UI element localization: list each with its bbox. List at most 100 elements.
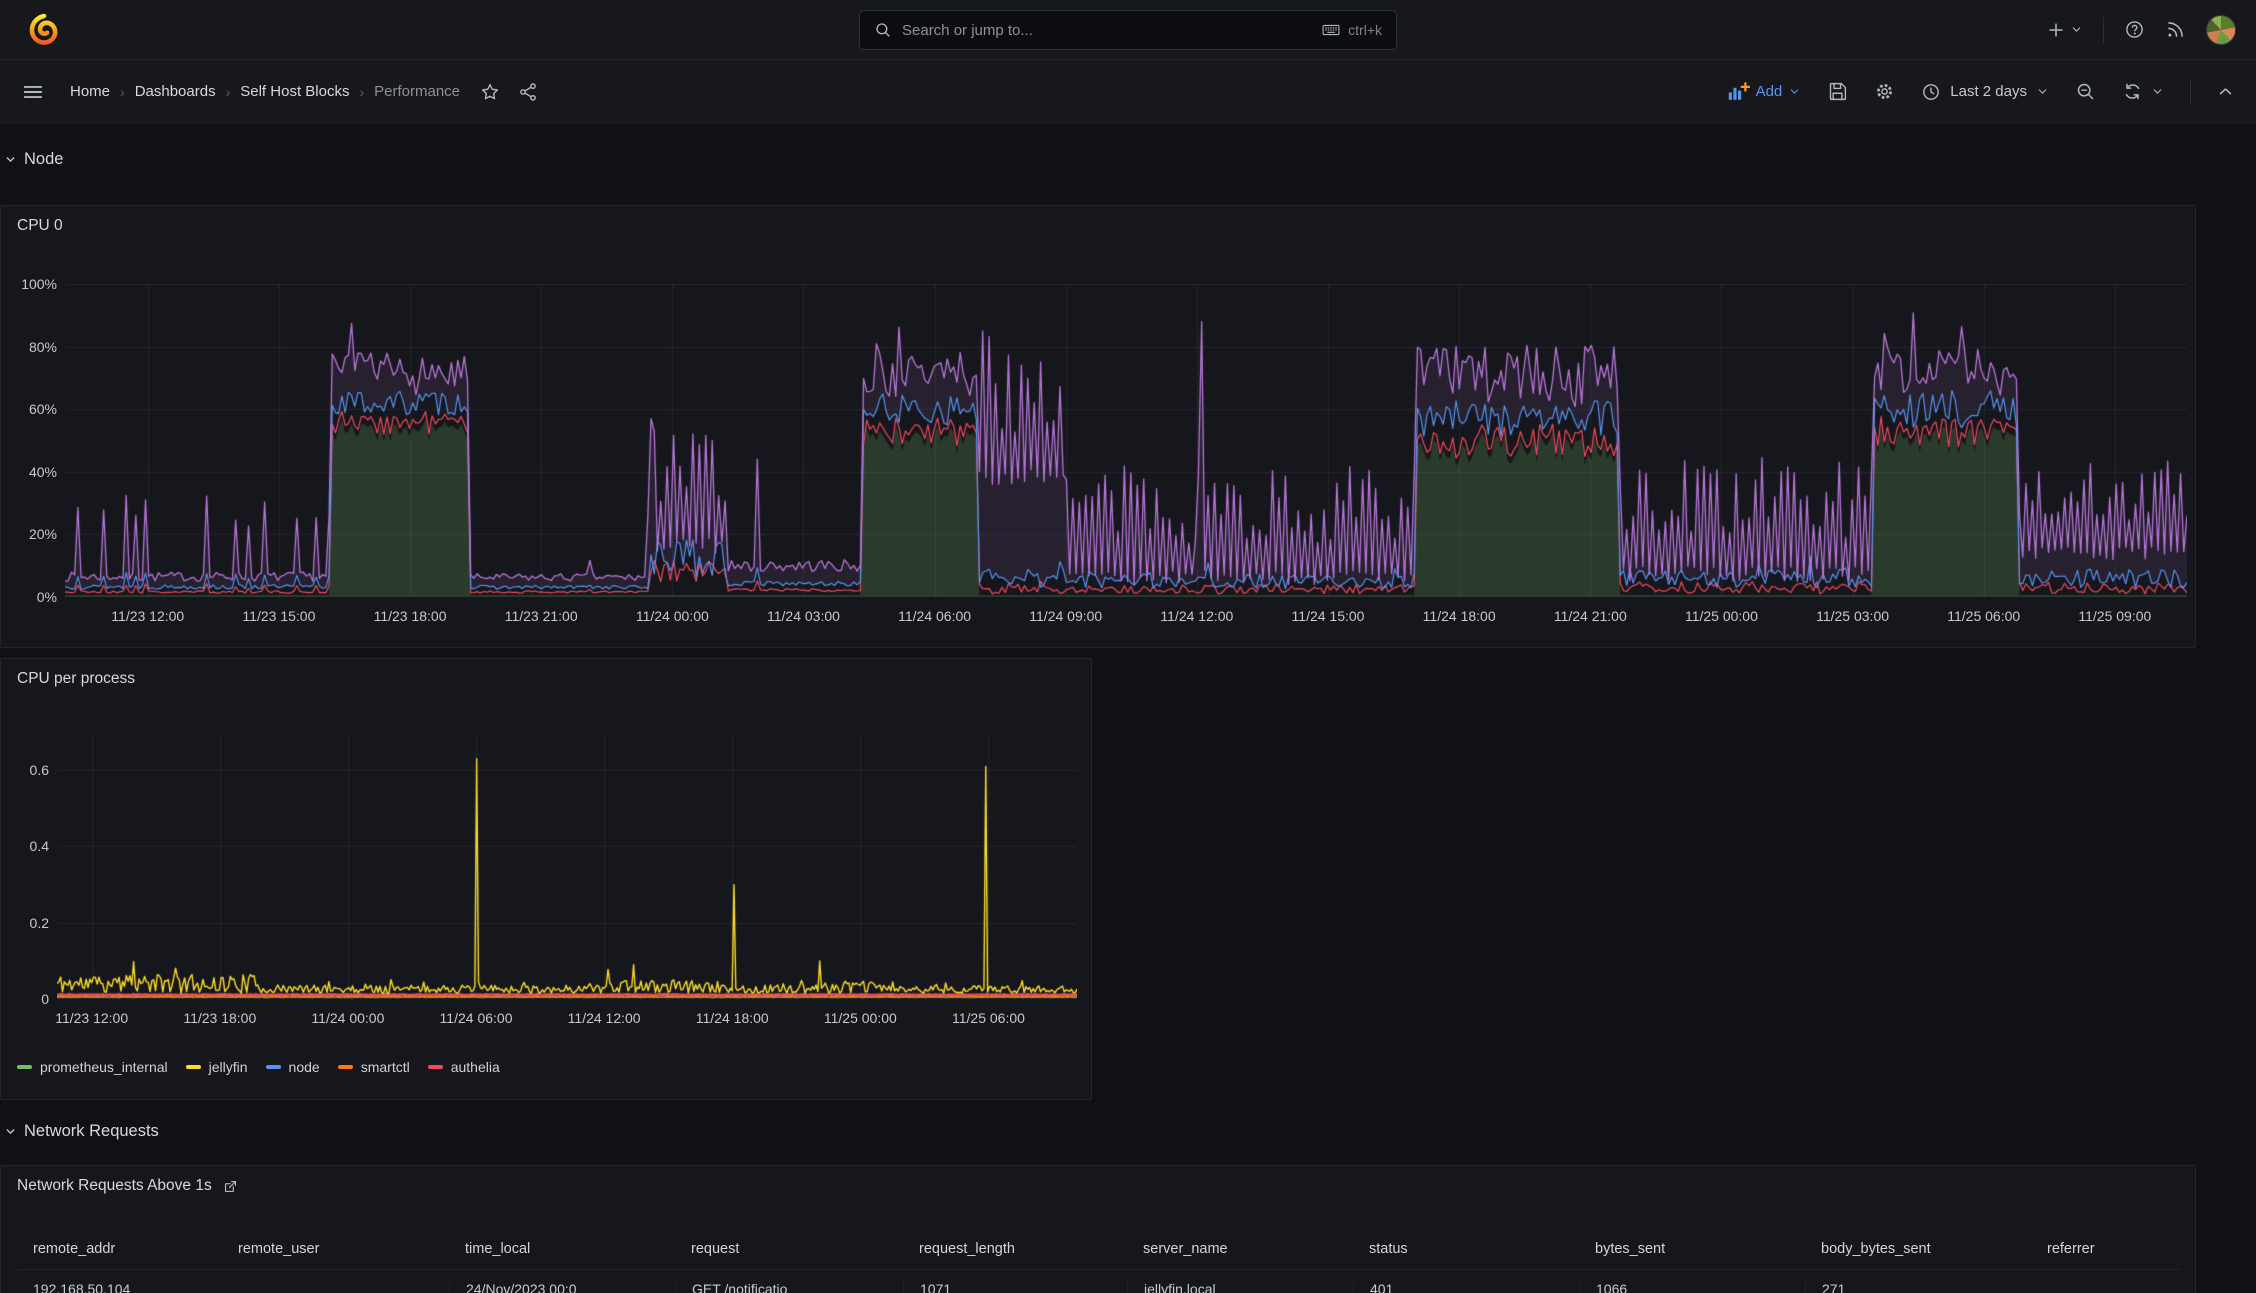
column-header: server_name	[1143, 1240, 1228, 1257]
section-row-network[interactable]: Network Requests	[4, 1122, 159, 1141]
save-dashboard-icon[interactable]	[1827, 81, 1848, 102]
x-axis-tick: 11/23 12:00	[55, 1010, 129, 1026]
legend-item-jellyfin[interactable]: jellyfin	[185, 1059, 248, 1075]
legend-item-smartctl[interactable]: smartctl	[337, 1059, 410, 1075]
y-axis-tick: 40%	[28, 463, 57, 480]
panel-network-title[interactable]: Network Requests Above 1s	[1, 1166, 2195, 1206]
grafana-logo[interactable]	[26, 12, 62, 48]
x-axis-tick: 11/24 03:00	[766, 608, 840, 624]
legend-item-prometheus_internal[interactable]: prometheus_internal	[17, 1059, 168, 1075]
legend-label: authelia	[450, 1059, 500, 1075]
panel-cpu-per-process: CPU per process 11/23 12:00 11/23 18:00 11…	[0, 658, 1092, 1100]
divider	[2103, 16, 2104, 43]
panel-cpu-per-process-title[interactable]: CPU per process	[1, 659, 1091, 699]
user-avatar[interactable]	[2206, 14, 2236, 45]
chart-legend: prometheus_internal jellyfin node smartctl a…	[17, 1059, 500, 1075]
panel-cpu0-title[interactable]: CPU 0	[1, 206, 2195, 246]
shortcut-label: ctrl+k	[1348, 22, 1382, 38]
y-axis-tick: 0%	[36, 589, 57, 605]
legend-swatch	[337, 1065, 353, 1069]
top-navbar: Search or jump to... ctrl+k	[0, 0, 2256, 60]
breadcrumb-separator: ›	[120, 83, 125, 100]
cpu0-chart[interactable]	[65, 284, 2187, 597]
chevron-down-icon	[1790, 89, 1799, 94]
x-axis-tick: 11/24 12:00	[567, 1010, 641, 1026]
x-axis-tick: 11/25 03:00	[1816, 608, 1890, 624]
x-axis-tick: 11/25 06:00	[951, 1010, 1025, 1026]
legend-label: jellyfin	[208, 1059, 248, 1075]
legend-swatch	[185, 1065, 201, 1069]
breadcrumb: Home › Dashboards › Self Host Blocks › Perform…	[70, 83, 460, 100]
keyboard-icon	[1322, 24, 1340, 36]
refresh-button[interactable]	[2122, 81, 2164, 102]
news-rss-icon[interactable]	[2165, 19, 2186, 40]
table-cell: 1071	[903, 1281, 1127, 1293]
table-cell: 192.168.50.104	[33, 1281, 131, 1293]
x-axis-tick: 11/23 18:00	[373, 608, 447, 624]
table-cell: 1066	[1579, 1281, 1805, 1293]
breadcrumb-item-home[interactable]: Home	[70, 83, 110, 100]
menu-icon[interactable]	[22, 81, 44, 103]
cpu-per-process-chart[interactable]	[57, 734, 1077, 999]
x-axis-tick: 11/23 15:00	[242, 608, 316, 624]
x-axis-tick: 11/23 12:00	[111, 608, 185, 624]
dashboard-settings-icon[interactable]	[1874, 81, 1895, 102]
legend-swatch	[265, 1065, 281, 1069]
chevron-down-icon	[6, 1129, 15, 1135]
table-header-row: remote_addr remote_user time_local request r…	[17, 1228, 2179, 1270]
x-axis-tick: 11/23 21:00	[504, 608, 578, 624]
add-panel-icon	[1728, 82, 1750, 100]
time-range-label: Last 2 days	[1950, 83, 2027, 100]
collapse-toolbar-icon[interactable]	[2217, 83, 2234, 100]
chevron-down-icon	[2153, 89, 2162, 94]
divider	[2190, 78, 2191, 105]
time-range-picker[interactable]: Last 2 days	[1921, 82, 2049, 102]
table-row[interactable]: 192.168.50.104 24/Nov/2023 00:0 GET /notif…	[17, 1270, 2179, 1293]
column-header: referrer	[2047, 1240, 2095, 1257]
breadcrumb-item-performance: Performance	[374, 83, 461, 100]
column-header: remote_user	[238, 1240, 320, 1257]
column-header: bytes_sent	[1595, 1240, 1666, 1257]
y-axis-tick: 80%	[28, 338, 57, 355]
legend-label: node	[288, 1059, 320, 1075]
x-axis-tick: 11/25 00:00	[823, 1010, 897, 1026]
refresh-icon	[2125, 83, 2140, 100]
table-cell: 401	[1353, 1281, 1579, 1293]
section-row-node[interactable]: Node	[4, 150, 63, 169]
search-input[interactable]: Search or jump to... ctrl+k	[859, 10, 1397, 50]
add-panel-button[interactable]: Add	[1726, 81, 1802, 102]
x-axis-tick: 11/24 18:00	[1422, 608, 1496, 624]
x-axis-tick: 11/24 18:00	[695, 1010, 769, 1026]
cpu-per-process-plot: 11/23 12:00 11/23 18:00 11/24 00:00 11/24 0…	[30, 734, 1077, 1026]
chevron-down-icon	[2072, 27, 2081, 32]
clock-icon	[1923, 83, 1940, 100]
help-icon[interactable]	[2124, 19, 2145, 40]
chevron-down-icon	[2038, 89, 2047, 94]
plus-icon	[2049, 22, 2063, 37]
chevron-down-icon	[6, 157, 15, 163]
table-cell: 271	[1805, 1281, 2031, 1293]
column-header: time_local	[465, 1240, 531, 1257]
zoom-out-icon[interactable]	[2075, 81, 2096, 102]
star-icon[interactable]	[480, 82, 500, 102]
x-axis-tick: 11/24 12:00	[1160, 608, 1234, 624]
search-shortcut: ctrl+k	[1321, 20, 1382, 40]
x-axis-tick: 11/24 09:00	[1029, 608, 1103, 624]
share-icon[interactable]	[518, 82, 538, 102]
x-axis-tick: 11/24 21:00	[1553, 608, 1627, 624]
y-axis-tick: 60%	[28, 401, 57, 418]
breadcrumb-separator: ›	[225, 83, 231, 100]
legend-item-node[interactable]: node	[265, 1059, 320, 1075]
y-axis-tick: 0.4	[29, 838, 49, 855]
new-menu-button[interactable]	[2046, 20, 2083, 40]
x-axis-tick: 11/25 06:00	[1947, 608, 2021, 624]
y-axis-tick: 0	[41, 991, 49, 1007]
breadcrumb-item-dashboards[interactable]: Dashboards	[135, 83, 216, 100]
cpu0-plot: 11/23 12:00 11/23 15:00 11/23 18:00 11/23 2…	[21, 276, 2187, 624]
external-link-icon[interactable]	[222, 1178, 239, 1195]
x-axis-tick: 11/23 18:00	[183, 1010, 257, 1026]
legend-item-authelia[interactable]: authelia	[427, 1059, 500, 1075]
legend-swatch	[427, 1065, 443, 1069]
breadcrumb-item-self-host-blocks[interactable]: Self Host Blocks	[240, 83, 349, 100]
column-header: request	[691, 1240, 740, 1257]
